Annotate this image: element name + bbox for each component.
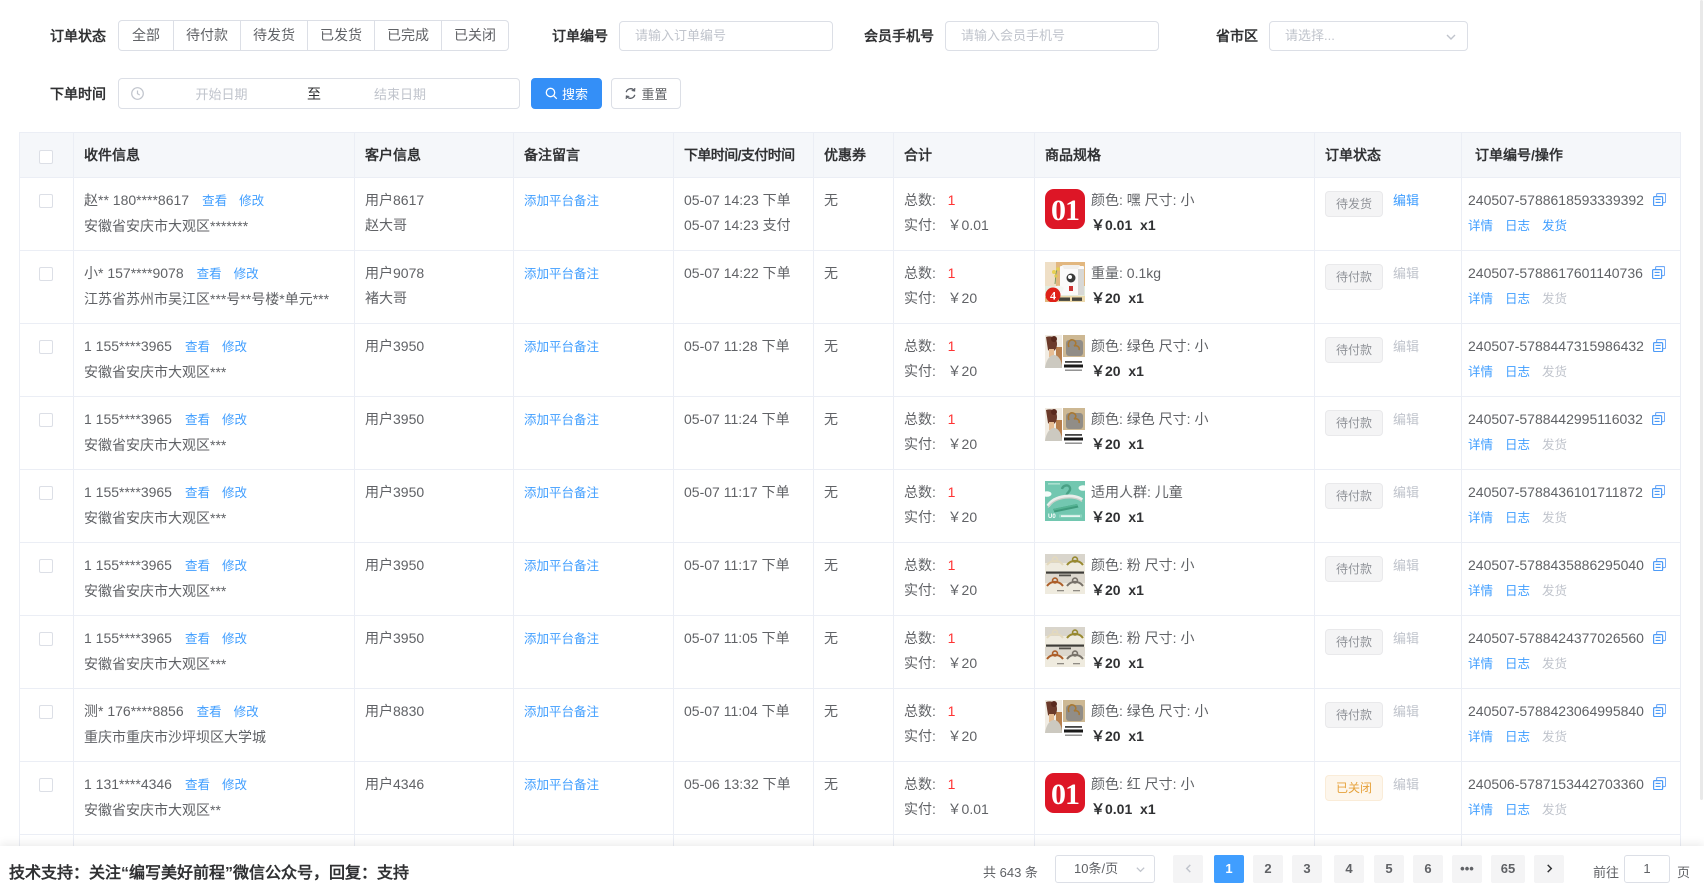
- svg-text:4: 4: [1050, 289, 1056, 303]
- svg-text:01: 01: [1051, 194, 1079, 227]
- svg-text:01: 01: [1051, 778, 1079, 811]
- svg-text:U0: U0: [1048, 514, 1056, 520]
